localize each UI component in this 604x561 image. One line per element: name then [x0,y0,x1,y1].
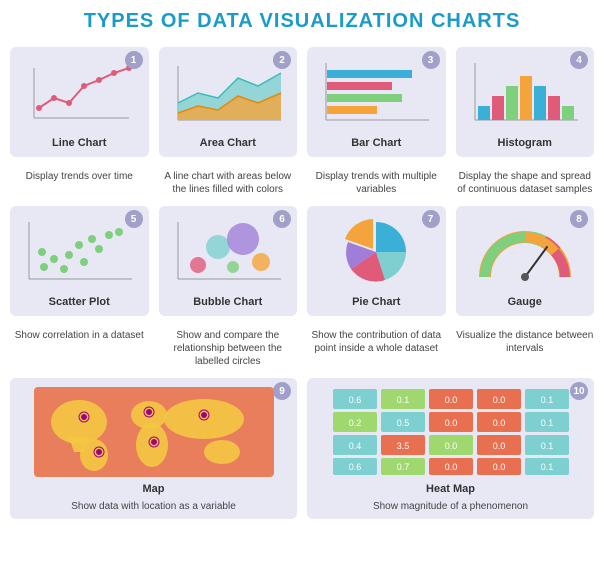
bar-chart-desc: Display trends with multiple variables [307,170,446,196]
svg-text:0.0: 0.0 [444,395,457,405]
pie-label: Pie Chart [352,296,400,308]
scatter-label: Scatter Plot [49,296,110,308]
title-highlight: CHARTS [431,10,520,32]
badge-9: 9 [273,382,291,400]
svg-text:0.2: 0.2 [348,418,361,428]
chart-grid-row1: 1 Line Chart 2 [10,47,594,157]
gauge-label: Gauge [508,296,542,308]
histogram-label: Histogram [498,137,552,149]
title-prefix: TYPES OF DATA VISUALIZATION [84,10,431,32]
badge-8: 8 [570,210,588,228]
bubble-label: Bubble Chart [193,296,262,308]
svg-text:0.0: 0.0 [492,395,505,405]
chart-card-bubble: 6 Bubble Chart [159,206,298,316]
area-chart-label: Area Chart [200,137,256,149]
map-label: Map [143,483,165,495]
chart-grid-row3: 9 [10,378,594,519]
svg-text:0.0: 0.0 [444,441,457,451]
gauge-desc: Visualize the distance between intervals [456,329,595,368]
chart-card-gauge: 8 Gauge [456,206,595,316]
chart-card-map: 9 [10,378,297,519]
svg-text:0.0: 0.0 [444,418,457,428]
map-visual [16,384,291,479]
badge-7: 7 [422,210,440,228]
chart-card-pie: 7 Pie Chart [307,206,446,316]
svg-text:0.0: 0.0 [492,418,505,428]
line-chart-visual [16,53,143,133]
svg-text:0.0: 0.0 [492,462,505,472]
bar-chart-visual [313,53,440,133]
chart-card-heatmap: 10 0.6 0.1 0.0 0.0 0.1 0.2 0.5 [307,378,594,519]
badge-6: 6 [273,210,291,228]
badge-4: 4 [570,51,588,69]
histogram-desc: Display the shape and spread of continuo… [456,170,595,196]
chart-card-histogram: 4 Histogram [456,47,595,157]
gauge-visual [462,212,589,292]
heatmap-visual: 0.6 0.1 0.0 0.0 0.1 0.2 0.5 0.0 0.0 0. [313,384,588,479]
svg-text:0.0: 0.0 [492,441,505,451]
line-chart-label: Line Chart [52,137,106,149]
badge-3: 3 [422,51,440,69]
svg-text:0.6: 0.6 [348,395,361,405]
badge-1: 1 [125,51,143,69]
pie-desc: Show the contribution of data point insi… [307,329,446,368]
histogram-visual [462,53,589,133]
svg-text:0.6: 0.6 [348,462,361,472]
scatter-desc: Show correlation in a dataset [10,329,149,368]
svg-text:3.5: 3.5 [396,441,409,451]
line-chart-desc: Display trends over time [10,170,149,196]
badge-2: 2 [273,51,291,69]
svg-text:0.1: 0.1 [540,462,553,472]
svg-text:0.1: 0.1 [540,395,553,405]
page-title: TYPES OF DATA VISUALIZATION CHARTS [10,10,594,33]
chart-card-area: 2 Area Chart [159,47,298,157]
bubble-desc: Show and compare the relationship betwee… [159,329,298,368]
area-chart-desc: A line chart with areas below the lines … [159,170,298,196]
svg-text:0.7: 0.7 [396,462,409,472]
map-desc: Show data with location as a variable [71,500,236,513]
heatmap-desc: Show magnitude of a phenomenon [373,500,528,513]
chart-grid-row2: 5 Scatter Plot 6 [10,206,594,316]
pie-visual [313,212,440,292]
area-chart-visual [165,53,292,133]
chart-card-bar: 3 Bar Chart [307,47,446,157]
bubble-visual [165,212,292,292]
svg-text:0.4: 0.4 [348,441,361,451]
svg-text:0.5: 0.5 [396,418,409,428]
scatter-visual [16,212,143,292]
chart-card-line: 1 Line Chart [10,47,149,157]
svg-text:0.0: 0.0 [444,462,457,472]
svg-text:0.1: 0.1 [540,441,553,451]
svg-text:0.1: 0.1 [396,395,409,405]
heatmap-label: Heat Map [426,483,475,495]
bar-chart-label: Bar Chart [351,137,401,149]
badge-5: 5 [125,210,143,228]
desc-grid-row2: Show correlation in a dataset Show and c… [10,326,594,368]
chart-card-scatter: 5 Scatter Plot [10,206,149,316]
badge-10: 10 [570,382,588,400]
desc-grid-row1: Display trends over time A line chart wi… [10,167,594,196]
svg-text:0.1: 0.1 [540,418,553,428]
